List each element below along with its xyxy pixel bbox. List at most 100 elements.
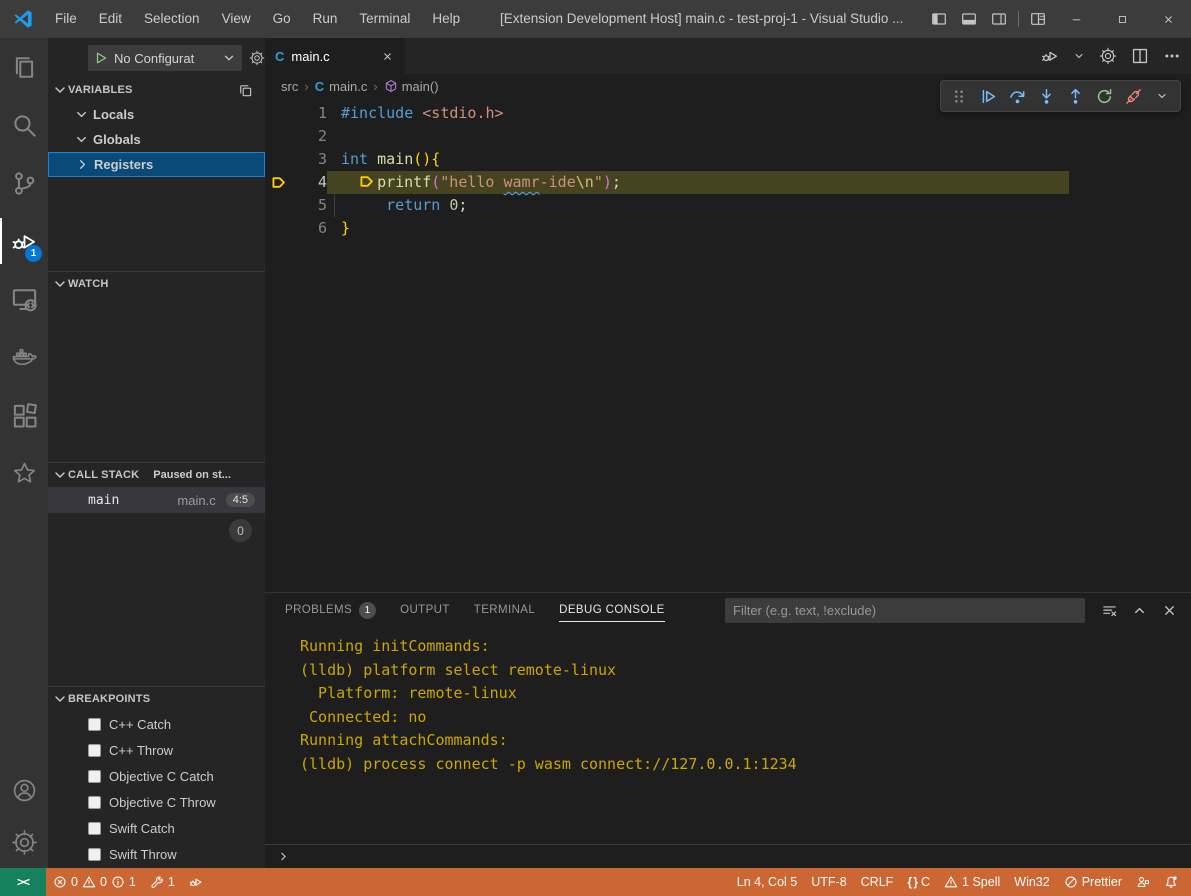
clear-console-button[interactable]	[1099, 600, 1119, 620]
activity-item-docker[interactable]	[0, 328, 48, 386]
status-prettier[interactable]: Prettier	[1057, 875, 1129, 889]
minimize-button[interactable]	[1053, 0, 1099, 38]
activity-item-accounts[interactable]	[0, 764, 48, 816]
line-number[interactable]: 3	[291, 148, 327, 171]
customize-layout-icon[interactable]	[1023, 0, 1053, 38]
status-language-mode[interactable]: { }C	[900, 875, 937, 889]
settings-gear-button[interactable]	[1099, 47, 1117, 65]
run-dropdown-chevron[interactable]	[1073, 50, 1085, 62]
breadcrumb-item[interactable]: main()	[384, 79, 439, 94]
breakpoints-header[interactable]: BREAKPOINTS	[48, 687, 265, 711]
breakpoint-row[interactable]: C++ Throw	[48, 737, 265, 763]
continue-button[interactable]	[976, 84, 1000, 108]
breakpoint-checkbox[interactable]	[88, 718, 101, 731]
menu-edit[interactable]: Edit	[88, 0, 133, 38]
call-stack-frame[interactable]: mainmain.c4:5	[48, 487, 265, 513]
activity-item-remote-explorer[interactable]	[0, 270, 48, 328]
menu-help[interactable]: Help	[421, 0, 471, 38]
breakpoint-gutter[interactable]	[265, 102, 291, 125]
breakpoint-row[interactable]: C++ Catch	[48, 711, 265, 737]
debug-status-icon-item[interactable]	[182, 868, 210, 896]
menu-run[interactable]: Run	[302, 0, 349, 38]
problems-status[interactable]: 0 0 1	[46, 868, 143, 896]
disconnect-button[interactable]	[1121, 84, 1145, 108]
close-button[interactable]	[1145, 0, 1191, 38]
code-text[interactable]: int main(){	[327, 148, 1191, 171]
line-number[interactable]: 5	[291, 194, 327, 217]
code-text[interactable]: return 0;	[327, 194, 1191, 217]
run-or-debug-button[interactable]	[1041, 47, 1059, 65]
breakpoint-gutter[interactable]	[265, 148, 291, 171]
step-into-button[interactable]	[1034, 84, 1058, 108]
step-out-button[interactable]	[1063, 84, 1087, 108]
close-tab-icon[interactable]	[379, 48, 395, 64]
toggle-secondary-sidebar-icon[interactable]	[984, 0, 1014, 38]
panel-tab-debug-console[interactable]: DEBUG CONSOLE	[559, 593, 665, 627]
activity-item-source-control[interactable]	[0, 154, 48, 212]
breakpoint-checkbox[interactable]	[88, 770, 101, 783]
toggle-panel-icon[interactable]	[954, 0, 984, 38]
breadcrumb-item[interactable]: src	[281, 79, 298, 94]
debug-console-filter-input[interactable]	[725, 598, 1085, 623]
call-stack-header[interactable]: CALL STACK Paused on st...	[48, 463, 265, 487]
tools-status[interactable]: 1	[143, 868, 182, 896]
status-cursor-position[interactable]: Ln 4, Col 5	[730, 875, 804, 889]
line-number[interactable]: 6	[291, 217, 327, 240]
copy-value-icon[interactable]	[235, 80, 255, 100]
variables-row-globals[interactable]: Globals	[48, 127, 265, 152]
line-number[interactable]: 2	[291, 125, 327, 148]
tab-main-c[interactable]: C main.c	[265, 38, 405, 74]
line-number[interactable]: 4	[291, 171, 327, 194]
breakpoint-gutter[interactable]	[265, 194, 291, 217]
status-encoding[interactable]: UTF-8	[804, 875, 853, 889]
code-text[interactable]: printf("hello wamr-ide\n");	[327, 171, 1191, 194]
debug-session-chevron[interactable]	[1150, 84, 1174, 108]
breakpoint-checkbox[interactable]	[88, 744, 101, 757]
code-text[interactable]	[327, 125, 1191, 148]
activity-item-search[interactable]	[0, 96, 48, 154]
more-actions-button[interactable]	[1163, 47, 1181, 65]
start-debug-icon[interactable]	[94, 51, 108, 65]
execution-pointer-icon[interactable]	[265, 171, 291, 194]
breakpoint-row[interactable]: Objective C Catch	[48, 763, 265, 789]
toggle-sidebar-icon[interactable]	[924, 0, 954, 38]
remote-indicator[interactable]: ><	[0, 868, 46, 896]
breadcrumb-item[interactable]: Cmain.c	[315, 79, 368, 94]
split-editor-button[interactable]	[1131, 47, 1149, 65]
close-panel-button[interactable]	[1159, 600, 1179, 620]
menu-view[interactable]: View	[211, 0, 262, 38]
restart-button[interactable]	[1092, 84, 1116, 108]
panel-tab-problems[interactable]: PROBLEMS1	[285, 593, 376, 627]
panel-tab-terminal[interactable]: TERMINAL	[474, 593, 535, 627]
launch-configuration-dropdown[interactable]: No Configurat	[88, 45, 242, 71]
status-notifications[interactable]	[1157, 875, 1185, 889]
status-platform-target[interactable]: Win32	[1007, 875, 1056, 889]
menu-selection[interactable]: Selection	[133, 0, 211, 38]
menu-terminal[interactable]: Terminal	[348, 0, 421, 38]
status-feedback[interactable]	[1129, 875, 1157, 889]
activity-item-manage-settings[interactable]	[0, 816, 48, 868]
breakpoint-row[interactable]: Swift Throw	[48, 841, 265, 867]
activity-item-extensions[interactable]	[0, 386, 48, 444]
configure-launch-gear-icon[interactable]	[249, 50, 265, 66]
variables-header[interactable]: VARIABLES	[48, 78, 265, 102]
watch-header[interactable]: WATCH	[48, 272, 265, 296]
menu-file[interactable]: File	[44, 0, 88, 38]
debug-console-input[interactable]	[265, 844, 1191, 868]
breakpoint-checkbox[interactable]	[88, 848, 101, 861]
step-over-button[interactable]	[1005, 84, 1029, 108]
breakpoint-gutter[interactable]	[265, 217, 291, 240]
menu-go[interactable]: Go	[262, 0, 302, 38]
line-number[interactable]: 1	[291, 102, 327, 125]
toolbar-drag-handle[interactable]	[947, 84, 971, 108]
breakpoint-checkbox[interactable]	[88, 822, 101, 835]
activity-item-explorer[interactable]	[0, 38, 48, 96]
panel-tab-output[interactable]: OUTPUT	[400, 593, 450, 627]
variables-row-locals[interactable]: Locals	[48, 102, 265, 127]
maximize-button[interactable]	[1099, 0, 1145, 38]
code-editor[interactable]: 1#include <stdio.h>23int main(){4 printf…	[265, 98, 1191, 592]
activity-item-marketplace-star[interactable]	[0, 444, 48, 502]
maximize-panel-button[interactable]	[1129, 600, 1149, 620]
code-text[interactable]: }	[327, 217, 1191, 240]
breakpoint-checkbox[interactable]	[88, 796, 101, 809]
